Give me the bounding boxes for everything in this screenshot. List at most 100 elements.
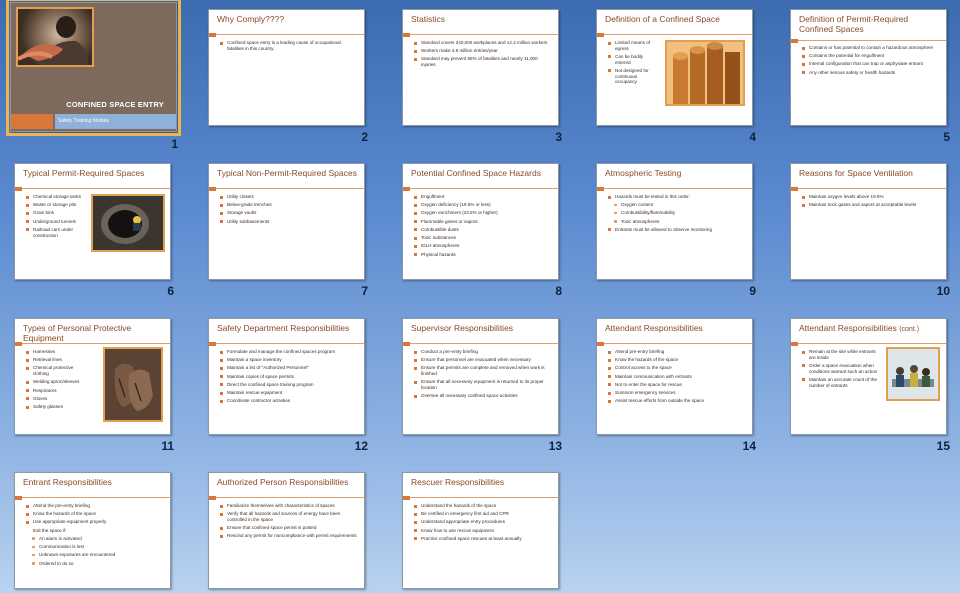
slide-canvas[interactable]: Definition of Permit-Required Confined S… [790,9,947,126]
slide-title: Potential Confined Space Hazards [411,168,541,178]
title-rule [597,33,752,37]
slide-title: Atmospheric Testing [605,168,682,178]
bullet: Retrieval lines [26,357,88,363]
slide-thumbnail-18[interactable]: Rescuer Responsibilities Understand the … [402,472,562,593]
title-slide-subtitle: Safety Training Module [58,118,110,124]
bullet: Contains or has potential to contain a h… [802,45,940,51]
slide-thumbnail-12[interactable]: Safety Department Responsibilities Formu… [208,318,368,453]
slide-thumbnail-11[interactable]: Types of Personal Protective Equipment H… [14,318,174,453]
slide-thumbnail-6[interactable]: Typical Permit-Required Spaces Chemical … [14,163,174,298]
slide-thumbnail-3[interactable]: Statistics Standard covers 240,000 workp… [402,9,562,144]
slide-title: Typical Permit-Required Spaces [23,168,145,178]
title-rule [209,187,364,191]
slide-thumbnail-17[interactable]: Authorized Person Responsibilities Famil… [208,472,368,593]
slide-canvas[interactable]: Attendant Responsibilities Attend pre-en… [596,318,753,435]
title-rule [597,187,752,191]
slide-title: Typical Non-Permit-Required Spaces [217,168,357,178]
bullet: Attend the pre-entry briefing [26,503,164,509]
bullet: Ensure that personnel are evacuated when… [414,357,552,363]
slide-canvas[interactable]: Definition of a Confined Space Limited m… [596,9,753,126]
slide-number: 6 [167,284,174,298]
slide-number: 11 [161,439,174,453]
slide-canvas[interactable]: Statistics Standard covers 240,000 workp… [402,9,559,126]
slide-thumbnail-14[interactable]: Attendant Responsibilities Attend pre-en… [596,318,756,453]
bullet: Maintain an accurate count of the number… [802,377,880,388]
slide-canvas[interactable]: Authorized Person Responsibilities Famil… [208,472,365,589]
sub-bullet: Oxygen content [614,202,746,208]
bullet: Oxygen enrichment (23.5% or higher) [414,210,552,216]
slide-canvas[interactable]: Atmospheric Testing Hazards must be test… [596,163,753,280]
slide-canvas[interactable]: Entrant Responsibilities Attend the pre-… [14,472,171,589]
slide-canvas[interactable]: Attendant Responsibilities (cont.) Remai… [790,318,947,435]
slide-thumbnail-15[interactable]: Attendant Responsibilities (cont.) Remai… [790,318,950,453]
slide-thumbnail-8[interactable]: Potential Confined Space Hazards Engulfm… [402,163,562,298]
bullet: IDLH atmospheres [414,243,552,249]
slide-thumbnail-7[interactable]: Typical Non-Permit-Required Spaces Utili… [208,163,368,298]
accent-bar [11,114,53,129]
slide-title: Supervisor Responsibilities [411,323,514,333]
bullet: Limited means of egress [608,40,650,51]
slide-thumbnail-16[interactable]: Entrant Responsibilities Attend the pre-… [14,472,174,593]
bullet: Oversee all necessary confined space act… [414,393,552,399]
slide-thumbnail-9[interactable]: Atmospheric Testing Hazards must be test… [596,163,756,298]
bullet: Maintain a list of "Authorized Personnel… [220,365,358,371]
slide-thumbnail-1[interactable]: CONFINED SPACE ENTRY Safety Training Mod… [6,0,181,151]
bullet: Workers make 4.8 million entries/year [414,48,552,54]
title-rule [403,187,558,191]
slide-canvas[interactable]: Safety Department Responsibilities Formu… [208,318,365,435]
slide-number: 12 [354,439,368,453]
bullet: Maintain communication with entrants [608,374,746,380]
title-rule [209,33,364,37]
slide-number: 3 [555,130,562,144]
slide-number: 14 [742,439,756,453]
slide-number: 5 [943,130,950,144]
slide-canvas[interactable]: Potential Confined Space Hazards Engulfm… [402,163,559,280]
slide-canvas[interactable]: CONFINED SPACE ENTRY Safety Training Mod… [6,0,181,136]
slide-canvas[interactable]: Supervisor Responsibilities Conduct a pr… [402,318,559,435]
slide-title-suffix: (cont.) [899,326,920,333]
bullet: Maintain oxygen levels above 19.5% [802,194,940,200]
slide-canvas[interactable]: Reasons for Space Ventilation Maintain o… [790,163,947,280]
bullet: Maintain copies of space permits [220,374,358,380]
slide-canvas[interactable]: Typical Permit-Required Spaces Chemical … [14,163,171,280]
slide-number: 13 [548,439,562,453]
slide-canvas[interactable]: Rescuer Responsibilities Understand the … [402,472,559,589]
slide-title: Definition of Permit-Required Confined S… [799,14,909,34]
slide-thumbnail-10[interactable]: Reasons for Space Ventilation Maintain o… [790,163,950,298]
slide-thumbnail-4[interactable]: Definition of a Confined Space Limited m… [596,9,756,144]
title-rule [403,33,558,37]
attendants-photo [886,347,940,401]
slide-canvas[interactable]: Why Comply???? Confined space entry is a… [208,9,365,126]
slide-title: Rescuer Responsibilities [411,477,505,487]
slide-canvas[interactable]: Typical Non-Permit-Required Spaces Utili… [208,163,365,280]
bullet: Direct the confined space training progr… [220,382,358,388]
slide-thumbnail-13[interactable]: Supervisor Responsibilities Conduct a pr… [402,318,562,453]
bullet: Below-grade trenches [220,202,358,208]
bullet: Standard may prevent 85% of fatalities a… [414,56,552,67]
slide-thumbnail-5[interactable]: Definition of Permit-Required Confined S… [790,9,950,144]
bullet: Harnesses [26,349,88,355]
title-rule [791,187,946,191]
bullet: Exit the space if: [33,527,67,533]
slide-number: 10 [936,284,950,298]
sub-bullet: Toxic atmospheres [614,219,746,225]
worker-photo [16,7,94,67]
bullet: Confined space entry is a leading cause … [220,40,358,51]
bullet: Know the hazards of the space [608,357,746,363]
bullet: Flammable gases or vapors [414,219,552,225]
slide-number: 9 [749,284,756,298]
slide-canvas[interactable]: Types of Personal Protective Equipment H… [14,318,171,435]
bullet: Ensure that confined space permit is pos… [220,525,358,531]
sub-bullet: Ordered to do so [32,561,164,567]
bullet: Ensure that permits are complete and rem… [414,365,552,376]
slide-thumbnail-2[interactable]: Why Comply???? Confined space entry is a… [208,9,368,144]
bullet: Familiarize themselves with characterist… [220,503,358,509]
bullet: Summon emergency services [608,390,746,396]
title-rule [597,342,752,346]
slide-title: Entrant Responsibilities [23,477,112,487]
bullet: Contains the potential for engulfment [802,53,940,59]
slide-title: Statistics [411,14,446,24]
title-rule [209,342,364,346]
bullet: Attend pre-entry briefing [608,349,746,355]
bullet: Can be bodily entered [608,54,650,65]
